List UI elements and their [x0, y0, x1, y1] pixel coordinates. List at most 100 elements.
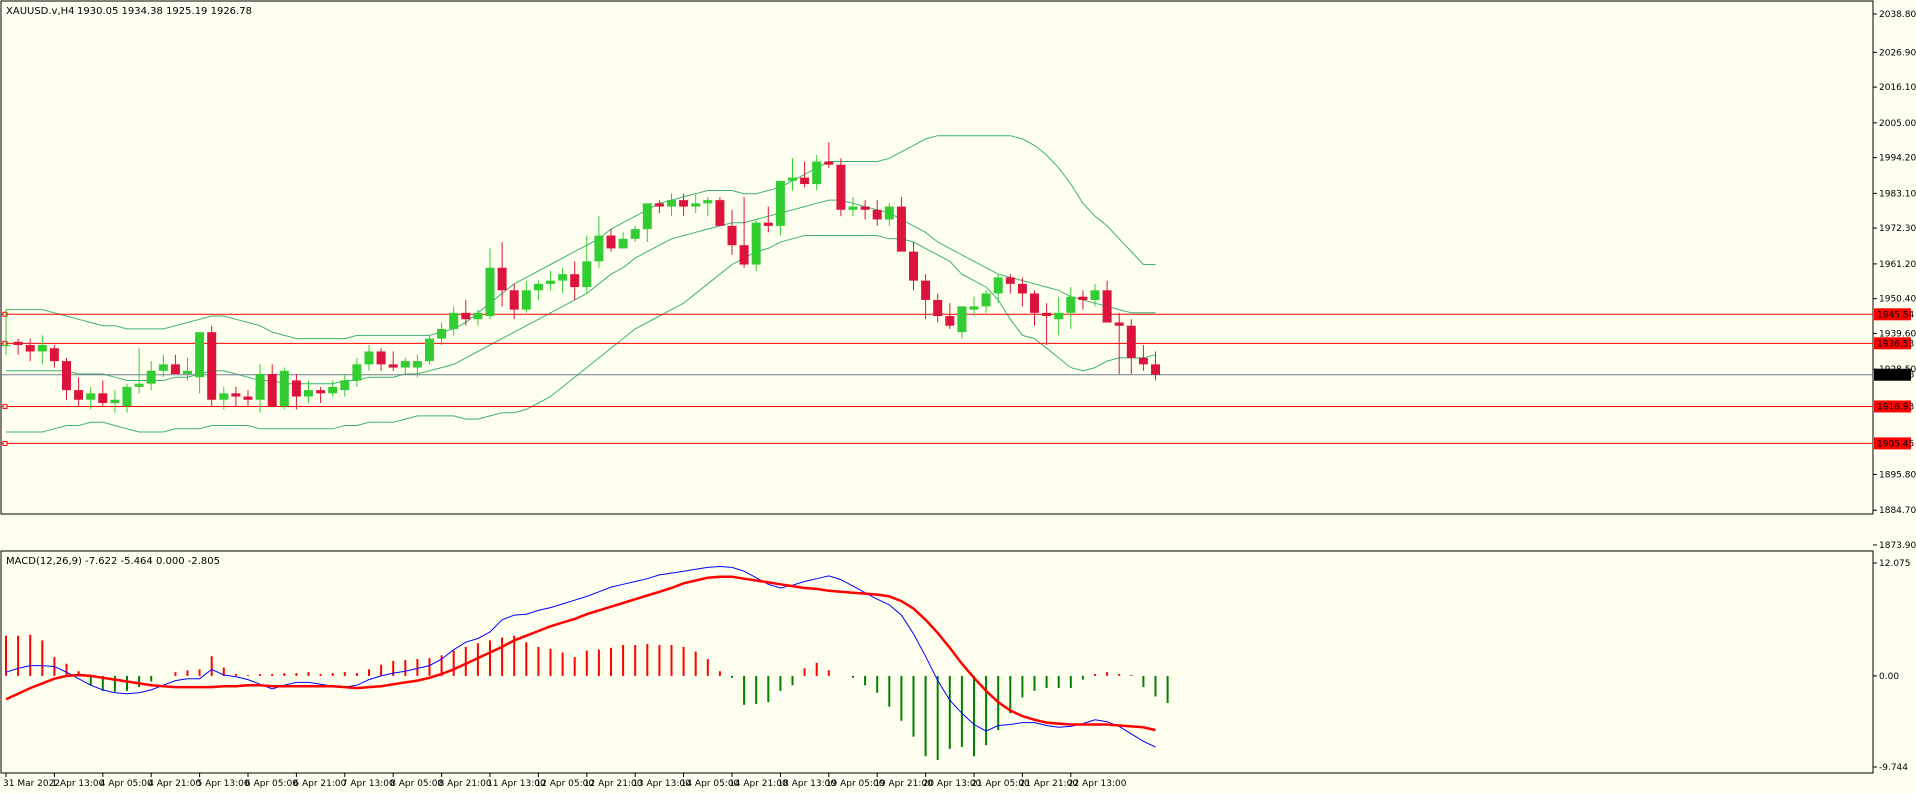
- candle-body: [824, 161, 834, 165]
- candle-body: [945, 316, 955, 326]
- candle-body: [715, 200, 725, 226]
- candle-body: [1030, 293, 1039, 313]
- level-handle: [2, 403, 8, 409]
- candle-body: [461, 312, 471, 320]
- candle-body: [667, 200, 676, 207]
- candle-body: [400, 361, 410, 368]
- candle-body: [969, 306, 979, 310]
- candle-body: [74, 390, 84, 400]
- candle-body: [364, 351, 374, 365]
- candle-body: [679, 200, 689, 207]
- candle-body: [328, 386, 338, 394]
- macd-header: MACD(12,26,9) -7.622 -5.464 0.000 -2.805: [6, 556, 220, 567]
- candle-body: [195, 332, 205, 378]
- candle-body: [751, 222, 761, 265]
- candle-body: [884, 206, 894, 220]
- candle-body: [449, 312, 459, 329]
- candle-body: [352, 364, 362, 381]
- candle-body: [25, 345, 35, 352]
- candle-body: [146, 370, 156, 384]
- candle-body: [570, 274, 580, 288]
- candle-body: [618, 238, 628, 249]
- candle-body: [1054, 312, 1064, 320]
- candle-body: [37, 345, 47, 352]
- candle-body: [291, 380, 301, 397]
- macd-y-tick-label: -9.744: [1879, 763, 1908, 773]
- candle-body: [642, 203, 652, 230]
- y-tick-label: 1928.50: [1879, 365, 1916, 375]
- x-tick-label: 6 Apr 21:00: [293, 779, 346, 789]
- candle-body: [243, 396, 253, 400]
- candle-body: [1078, 296, 1088, 300]
- candle-body: [582, 261, 592, 288]
- macd-y-tick-label: 12.075: [1879, 559, 1911, 569]
- symbol-header: XAUUSD.v,H4: [6, 6, 75, 17]
- ohlc-header: 1930.05 1934.38 1925.19 1926.78: [77, 6, 252, 17]
- candle-body: [606, 235, 616, 249]
- candle-body: [304, 390, 313, 397]
- candle-body: [473, 312, 483, 320]
- level-label: 1945.54: [1877, 310, 1914, 320]
- candle-body: [49, 348, 59, 362]
- x-tick-label: 5 Apr 13:00: [197, 779, 250, 789]
- candle-body: [546, 280, 555, 284]
- candle-body: [558, 274, 568, 281]
- y-tick-label: 1972.30: [1879, 224, 1916, 234]
- candle-body: [921, 280, 931, 300]
- y-tick-label: 1873.90: [1879, 541, 1916, 551]
- candle-body: [993, 277, 1003, 294]
- candle-body: [170, 364, 180, 375]
- x-tick-label: 1 Apr 13:00: [51, 779, 104, 789]
- y-tick-label: 1884.70: [1879, 506, 1916, 516]
- candle-body: [957, 306, 967, 333]
- level-handle: [2, 440, 8, 446]
- x-tick-label: 4 Apr 21:00: [148, 779, 201, 789]
- candle-body: [1126, 325, 1136, 358]
- candle-body: [98, 393, 108, 403]
- candle-body: [183, 370, 192, 375]
- candle-body: [727, 225, 737, 246]
- macd-y-tick-label: 0.00: [1879, 672, 1899, 682]
- candle-body: [691, 203, 701, 207]
- candle-body: [521, 290, 531, 310]
- candle-body: [425, 338, 434, 362]
- candle-body: [763, 222, 773, 226]
- candle-body: [836, 164, 846, 210]
- y-tick-label: 2038.80: [1879, 10, 1916, 20]
- candle-body: [255, 374, 265, 400]
- candle-body: [207, 332, 217, 400]
- candle-body: [412, 361, 422, 368]
- candle-body: [62, 361, 71, 391]
- candle-body: [1090, 290, 1100, 300]
- candle-body: [497, 267, 507, 291]
- x-tick-label: 4 Apr 05:00: [100, 779, 153, 789]
- candle-body: [219, 393, 229, 400]
- candle-body: [1114, 322, 1124, 326]
- candle-body: [933, 299, 943, 317]
- trading-chart[interactable]: 1945.541936.531916.931905.451926.782038.…: [0, 0, 1916, 793]
- y-tick-label: 1939.60: [1879, 329, 1916, 339]
- candle-body: [775, 180, 785, 226]
- candle-body: [630, 229, 640, 239]
- candle-body: [800, 177, 810, 185]
- candle-body: [981, 293, 991, 307]
- x-tick-label: 8 Apr 05:00: [390, 779, 443, 789]
- candle-body: [1042, 312, 1052, 317]
- y-tick-label: 1994.20: [1879, 154, 1916, 164]
- candle-body: [134, 383, 144, 387]
- candle-body: [848, 206, 858, 210]
- candle-body: [110, 399, 120, 403]
- candle-body: [231, 393, 241, 397]
- candle-body: [860, 206, 870, 210]
- y-tick-label: 2005.00: [1879, 119, 1916, 129]
- candle-body: [1102, 290, 1112, 323]
- candle-body: [703, 200, 713, 204]
- x-tick-label: 7 Apr 13:00: [342, 779, 395, 789]
- candle-body: [1151, 364, 1160, 375]
- candle-body: [739, 245, 749, 265]
- candle-body: [788, 177, 797, 181]
- candle-body: [340, 380, 350, 391]
- x-tick-label: 8 Apr 21:00: [439, 779, 492, 789]
- candle-body: [485, 267, 495, 317]
- x-tick-label: 22 Apr 13:00: [1068, 779, 1127, 789]
